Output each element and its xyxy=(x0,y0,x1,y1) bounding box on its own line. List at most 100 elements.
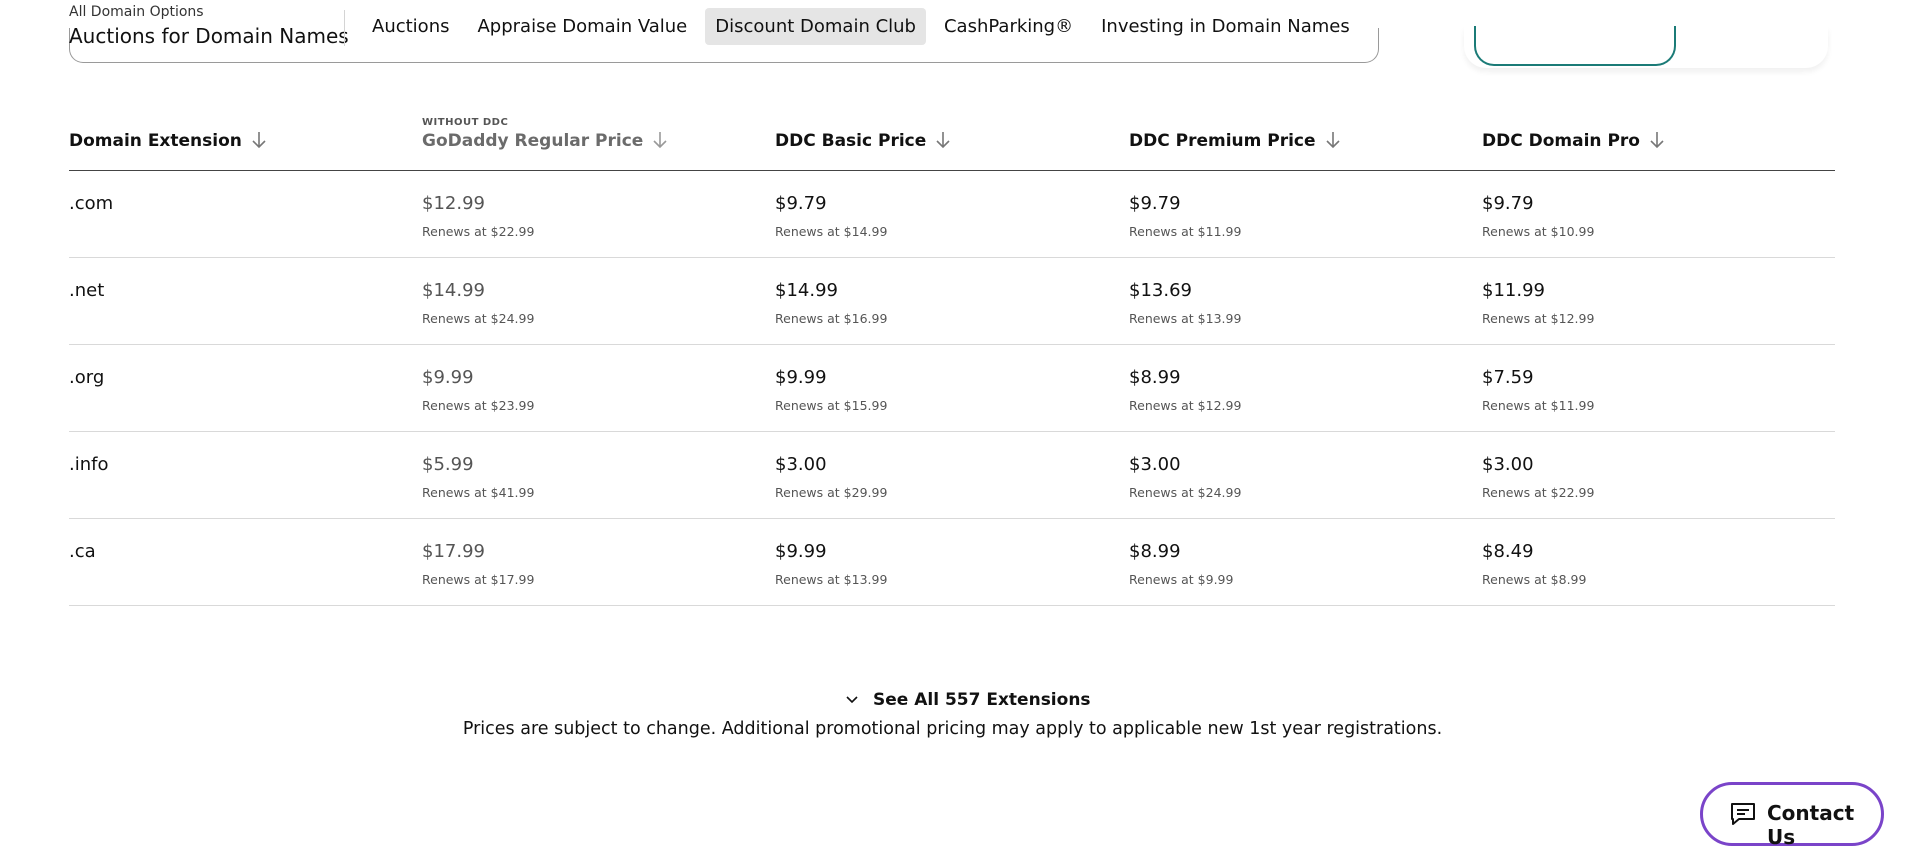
nav-item-cashparking[interactable]: CashParking® xyxy=(934,8,1083,45)
price: $13.69 xyxy=(1129,280,1192,301)
renewal-price: Renews at $13.99 xyxy=(775,572,888,587)
premium-price-cell: $8.99 Renews at $12.99 xyxy=(1129,367,1241,413)
column-header-domain-extension[interactable]: Domain Extension xyxy=(69,131,266,154)
price: $9.99 xyxy=(422,367,474,388)
nav-item-appraise-domain-value[interactable]: Appraise Domain Value xyxy=(467,8,697,45)
chevron-down-icon xyxy=(845,690,859,710)
renewal-price: Renews at $41.99 xyxy=(422,485,535,500)
secondary-nav: Auctions Appraise Domain Value Discount … xyxy=(362,8,1360,45)
nav-divider xyxy=(344,10,345,46)
price: $3.00 xyxy=(775,454,827,475)
pro-price-cell: $9.79 Renews at $10.99 xyxy=(1482,193,1594,239)
table-row: .ca $17.99 Renews at $17.99 $9.99 Renews a… xyxy=(69,519,1835,606)
table-row: .info $5.99 Renews at $41.99 $3.00 Renews … xyxy=(69,432,1835,519)
pro-price-cell: $3.00 Renews at $22.99 xyxy=(1482,454,1594,500)
basic-price-cell: $3.00 Renews at $29.99 xyxy=(775,454,887,500)
pro-price-cell: $11.99 Renews at $12.99 xyxy=(1482,280,1594,326)
contact-us-label: Contact Us xyxy=(1767,801,1855,849)
renewal-price: Renews at $8.99 xyxy=(1482,572,1587,587)
renewal-price: Renews at $16.99 xyxy=(775,311,888,326)
column-header-label: DDC Domain Pro xyxy=(1482,131,1640,151)
renewal-price: Renews at $11.99 xyxy=(1129,224,1242,239)
price: $17.99 xyxy=(422,541,485,562)
renewal-price: Renews at $23.99 xyxy=(422,398,535,413)
nav-item-auctions[interactable]: Auctions xyxy=(362,8,459,45)
renewal-price: Renews at $17.99 xyxy=(422,572,535,587)
domain-extension: .net xyxy=(69,280,105,301)
regular-price-cell: $17.99 Renews at $17.99 xyxy=(422,541,534,587)
basic-price-cell: $9.99 Renews at $15.99 xyxy=(775,367,887,413)
pro-price-cell: $7.59 Renews at $11.99 xyxy=(1482,367,1594,413)
renewal-price: Renews at $13.99 xyxy=(1129,311,1242,326)
domain-extension: .ca xyxy=(69,541,96,562)
breadcrumb[interactable]: All Domain Options xyxy=(69,4,204,20)
column-header-label: DDC Premium Price xyxy=(1129,131,1316,151)
price: $11.99 xyxy=(1482,280,1545,301)
price: $12.99 xyxy=(422,193,485,214)
page-title: Auctions for Domain Names xyxy=(69,24,349,48)
price: $7.59 xyxy=(1482,367,1534,388)
basic-price-cell: $9.79 Renews at $14.99 xyxy=(775,193,887,239)
regular-price-cell: $12.99 Renews at $22.99 xyxy=(422,193,534,239)
domain-extension: .org xyxy=(69,367,105,388)
renewal-price: Renews at $29.99 xyxy=(775,485,888,500)
price: $9.79 xyxy=(1129,193,1181,214)
renewal-price: Renews at $15.99 xyxy=(775,398,888,413)
contact-us-button[interactable]: Contact Us xyxy=(1700,782,1884,849)
premium-price-cell: $13.69 Renews at $13.99 xyxy=(1129,280,1241,326)
column-header-ddc-domain-pro[interactable]: DDC Domain Pro xyxy=(1482,131,1664,154)
renewal-price: Renews at $24.99 xyxy=(422,311,535,326)
see-all-extensions-button[interactable]: See All 557 Extensions xyxy=(845,690,1091,710)
column-header-label: Domain Extension xyxy=(69,131,242,151)
regular-price-cell: $14.99 Renews at $24.99 xyxy=(422,280,534,326)
column-header-label: DDC Basic Price xyxy=(775,131,927,151)
without-ddc-label: WITHOUT DDC xyxy=(422,117,509,128)
renewal-price: Renews at $12.99 xyxy=(1482,311,1595,326)
column-header-ddc-basic-price[interactable]: DDC Basic Price xyxy=(775,131,950,154)
table-row: .org $9.99 Renews at $23.99 $9.99 Renews a… xyxy=(69,345,1835,432)
regular-price-cell: $5.99 Renews at $41.99 xyxy=(422,454,534,500)
table-header: WITHOUT DDC Domain Extension GoDaddy Reg… xyxy=(69,108,1835,171)
sort-arrow-down-icon[interactable] xyxy=(1650,131,1664,154)
price: $5.99 xyxy=(422,454,474,475)
price: $14.99 xyxy=(775,280,838,301)
sort-arrow-down-icon[interactable] xyxy=(936,131,950,154)
renewal-price: Renews at $10.99 xyxy=(1482,224,1595,239)
domain-extension: .info xyxy=(69,454,109,475)
price: $9.79 xyxy=(1482,193,1534,214)
premium-price-cell: $8.99 Renews at $9.99 xyxy=(1129,541,1233,587)
renewal-price: Renews at $12.99 xyxy=(1129,398,1242,413)
top-navigation-bar: All Domain Options Auctions for Domain N… xyxy=(0,0,1905,66)
pricing-disclaimer: Prices are subject to change. Additional… xyxy=(462,719,1443,739)
price: $3.00 xyxy=(1129,454,1181,475)
premium-price-cell: $9.79 Renews at $11.99 xyxy=(1129,193,1241,239)
chat-bubble-icon xyxy=(1729,801,1757,832)
price: $9.99 xyxy=(775,541,827,562)
column-header-ddc-premium-price[interactable]: DDC Premium Price xyxy=(1129,131,1340,154)
column-header-godaddy-regular-price[interactable]: GoDaddy Regular Price xyxy=(422,131,667,154)
renewal-price: Renews at $22.99 xyxy=(422,224,535,239)
premium-price-cell: $3.00 Renews at $24.99 xyxy=(1129,454,1241,500)
price: $9.99 xyxy=(775,367,827,388)
sort-arrow-down-icon[interactable] xyxy=(1325,131,1340,154)
price: $14.99 xyxy=(422,280,485,301)
header-action-button[interactable] xyxy=(1474,26,1676,66)
table-row: .com $12.99 Renews at $22.99 $9.79 Renews … xyxy=(69,171,1835,258)
see-all-label: See All 557 Extensions xyxy=(873,690,1091,710)
nav-item-investing-in-domain-names[interactable]: Investing in Domain Names xyxy=(1091,8,1360,45)
sort-arrow-down-icon[interactable] xyxy=(653,131,667,154)
pro-price-cell: $8.49 Renews at $8.99 xyxy=(1482,541,1586,587)
renewal-price: Renews at $11.99 xyxy=(1482,398,1595,413)
price: $8.99 xyxy=(1129,367,1181,388)
renewal-price: Renews at $22.99 xyxy=(1482,485,1595,500)
renewal-price: Renews at $9.99 xyxy=(1129,572,1234,587)
price: $3.00 xyxy=(1482,454,1534,475)
table-row: .net $14.99 Renews at $24.99 $14.99 Renews… xyxy=(69,258,1835,345)
sort-arrow-down-icon[interactable] xyxy=(252,131,266,154)
regular-price-cell: $9.99 Renews at $23.99 xyxy=(422,367,534,413)
basic-price-cell: $14.99 Renews at $16.99 xyxy=(775,280,887,326)
nav-item-discount-domain-club[interactable]: Discount Domain Club xyxy=(705,8,926,45)
column-header-label: GoDaddy Regular Price xyxy=(422,131,644,151)
renewal-price: Renews at $14.99 xyxy=(775,224,888,239)
price: $8.49 xyxy=(1482,541,1534,562)
